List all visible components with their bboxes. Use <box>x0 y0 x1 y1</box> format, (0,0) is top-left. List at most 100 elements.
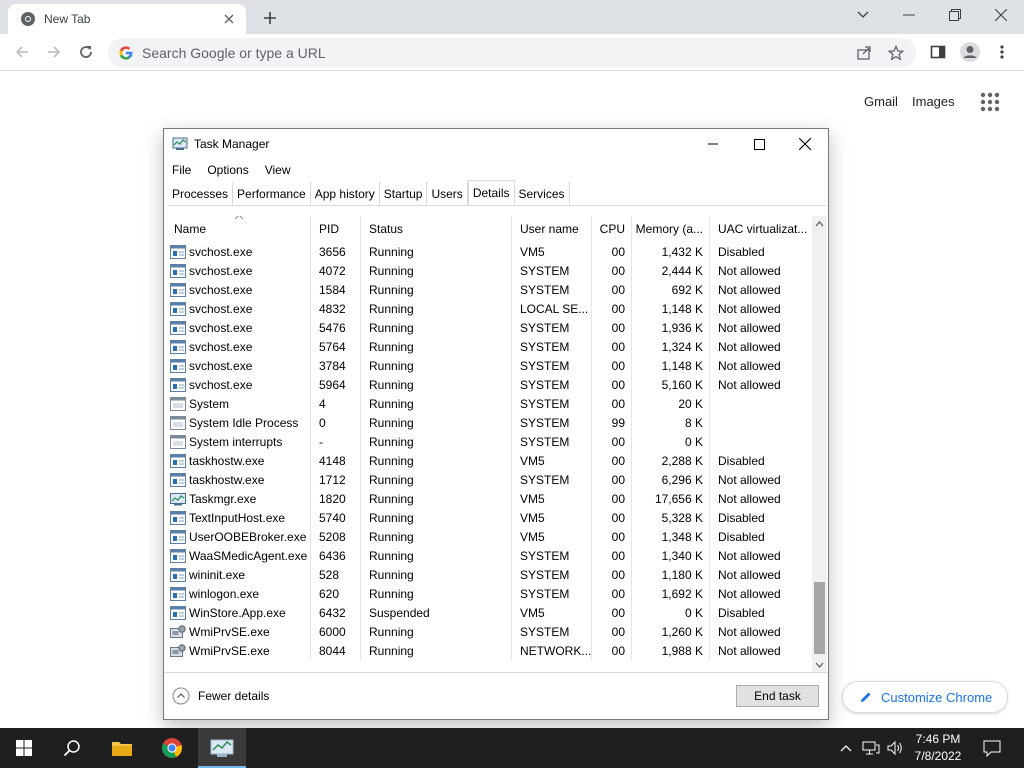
task-manager-title-bar[interactable]: Task Manager <box>164 129 828 159</box>
column-memory[interactable]: Memory (a... <box>632 216 710 242</box>
cell-uac: Not allowed <box>710 261 812 280</box>
tab-performance[interactable]: Performance <box>233 182 311 205</box>
cell-status-text: Running <box>369 586 414 601</box>
tab-search-icon[interactable] <box>840 0 886 30</box>
table-row[interactable]: svchost.exe 5964 Running SYSTEM 00 5,160 K Not… <box>166 375 812 394</box>
windows-logo-icon <box>16 740 32 756</box>
tab-details[interactable]: Details <box>467 180 515 205</box>
forward-button[interactable] <box>40 38 68 66</box>
tm-close-button[interactable] <box>782 129 828 159</box>
table-row[interactable]: svchost.exe 5764 Running SYSTEM 00 1,324 K Not… <box>166 337 812 356</box>
reload-button[interactable] <box>72 38 100 66</box>
table-row[interactable]: taskhostw.exe 4148 Running VM5 00 2,288 K Disa… <box>166 451 812 470</box>
customize-chrome-button[interactable]: Customize Chrome <box>842 681 1008 713</box>
scroll-up-icon[interactable] <box>812 216 827 231</box>
new-tab-button[interactable] <box>258 6 282 30</box>
cell-uac <box>710 432 812 451</box>
cell-status-text: Running <box>369 320 414 335</box>
column-user-name[interactable]: User name <box>512 216 592 242</box>
close-window-button[interactable] <box>978 0 1024 30</box>
table-row[interactable]: WinStore.App.exe 6432 Suspended VM5 00 0 K Dis… <box>166 603 812 622</box>
table-row[interactable]: svchost.exe 3784 Running SYSTEM 00 1,148 K Not… <box>166 356 812 375</box>
images-link[interactable]: Images <box>912 94 955 109</box>
cell-pid: 3656 <box>311 242 361 261</box>
tab-processes[interactable]: Processes <box>168 182 234 205</box>
omnibox[interactable]: Search Google or type a URL <box>108 38 916 67</box>
vertical-scrollbar[interactable] <box>812 216 827 672</box>
tm-minimize-button[interactable] <box>690 129 736 159</box>
tm-maximize-button[interactable] <box>736 129 782 159</box>
table-row[interactable]: System 4 Running SYSTEM 00 20 K <box>166 394 812 413</box>
table-row[interactable]: svchost.exe 4832 Running LOCAL SE... 00 1,148… <box>166 299 812 318</box>
fewer-details-button[interactable]: Fewer details <box>172 686 269 706</box>
cell-pid: 5964 <box>311 375 361 394</box>
side-panel-icon[interactable] <box>924 38 952 66</box>
cell-uac: Not allowed <box>710 299 812 318</box>
cell-user-name: LOCAL SE... <box>512 299 592 318</box>
table-row[interactable]: svchost.exe 5476 Running SYSTEM 00 1,936 K Not… <box>166 318 812 337</box>
table-row[interactable]: WmiPrvSE.exe 6000 Running SYSTEM 00 1,260 K No… <box>166 622 812 641</box>
show-hidden-icons-icon[interactable] <box>836 728 856 768</box>
cell-uac-text: Not allowed <box>718 624 781 639</box>
menu-view[interactable]: View <box>257 163 299 177</box>
table-row[interactable]: TextInputHost.exe 5740 Running VM5 00 5,328 K… <box>166 508 812 527</box>
taskbar-search-button[interactable] <box>48 728 96 768</box>
profile-avatar-icon[interactable] <box>956 38 984 66</box>
column-uac-virtualization[interactable]: UAC virtualizat... <box>710 216 812 242</box>
cell-name: WmiPrvSE.exe <box>166 641 311 660</box>
tab-services[interactable]: Services <box>514 182 570 205</box>
scroll-down-icon[interactable] <box>812 657 827 672</box>
start-button[interactable] <box>0 728 48 768</box>
table-row[interactable]: wininit.exe 528 Running SYSTEM 00 1,180 K Not … <box>166 565 812 584</box>
table-row[interactable]: System interrupts - Running SYSTEM 00 0 K <box>166 432 812 451</box>
cell-name: WaaSMedicAgent.exe <box>166 546 311 565</box>
chrome-menu-icon[interactable] <box>988 38 1016 66</box>
table-row[interactable]: Taskmgr.exe 1820 Running VM5 00 17,656 K Not a… <box>166 489 812 508</box>
share-icon[interactable] <box>852 41 876 65</box>
cell-status-text: Running <box>369 396 414 411</box>
cell-user-name-text: SYSTEM <box>520 548 570 563</box>
restore-button[interactable] <box>932 0 978 30</box>
tab-app-history[interactable]: App history <box>310 182 380 205</box>
table-row[interactable]: System Idle Process 0 Running SYSTEM 99 8 K <box>166 413 812 432</box>
task-manager-taskbar-button[interactable] <box>198 728 246 768</box>
column-pid[interactable]: PID <box>311 216 361 242</box>
minimize-button[interactable] <box>886 0 932 30</box>
scrollbar-thumb[interactable] <box>814 582 825 654</box>
taskbar-clock[interactable]: 7:46 PM 7/8/2022 <box>906 731 970 765</box>
close-tab-icon[interactable] <box>218 8 240 30</box>
cell-uac: Disabled <box>710 451 812 470</box>
notification-icon[interactable] <box>976 728 1008 768</box>
gmail-link[interactable]: Gmail <box>864 94 898 109</box>
cell-memory-text: 1,988 K <box>661 643 703 658</box>
cell-user-name: NETWORK... <box>512 641 592 660</box>
cell-cpu-text: 00 <box>611 453 625 468</box>
column-cpu[interactable]: CPU <box>592 216 632 242</box>
menu-file[interactable]: File <box>164 163 199 177</box>
column-status[interactable]: Status <box>361 216 512 242</box>
bookmark-star-icon[interactable] <box>884 41 908 65</box>
cell-user-name-text: SYSTEM <box>520 396 570 411</box>
table-row[interactable]: WmiPrvSE.exe 8044 Running NETWORK... 00 1,988… <box>166 641 812 660</box>
menu-options[interactable]: Options <box>199 163 256 177</box>
cell-status-text: Running <box>369 643 414 658</box>
table-row[interactable]: taskhostw.exe 1712 Running SYSTEM 00 6,296 K N… <box>166 470 812 489</box>
volume-icon[interactable] <box>884 728 906 768</box>
back-button[interactable] <box>8 38 36 66</box>
end-task-button[interactable]: End task <box>736 685 819 707</box>
cell-memory: 6,296 K <box>632 470 710 489</box>
file-explorer-button[interactable] <box>98 728 146 768</box>
tab-new-tab[interactable]: New Tab <box>8 4 246 34</box>
table-row[interactable]: winlogon.exe 620 Running SYSTEM 00 1,692 K Not… <box>166 584 812 603</box>
tab-users[interactable]: Users <box>427 182 468 205</box>
table-row[interactable]: svchost.exe 1584 Running SYSTEM 00 692 K Not a… <box>166 280 812 299</box>
chrome-taskbar-button[interactable] <box>148 728 196 768</box>
network-icon[interactable] <box>860 728 882 768</box>
cell-name-text: svchost.exe <box>189 339 253 354</box>
google-apps-icon[interactable] <box>980 92 1000 112</box>
tab-startup[interactable]: Startup <box>379 182 428 205</box>
table-row[interactable]: WaaSMedicAgent.exe 6436 Running SYSTEM 00 1,3… <box>166 546 812 565</box>
table-row[interactable]: svchost.exe 4072 Running SYSTEM 00 2,444 K Not… <box>166 261 812 280</box>
table-row[interactable]: svchost.exe 3656 Running VM5 00 1,432 K Disabl… <box>166 242 812 261</box>
table-row[interactable]: UserOOBEBroker.exe 5208 Running VM5 00 1,348 … <box>166 527 812 546</box>
